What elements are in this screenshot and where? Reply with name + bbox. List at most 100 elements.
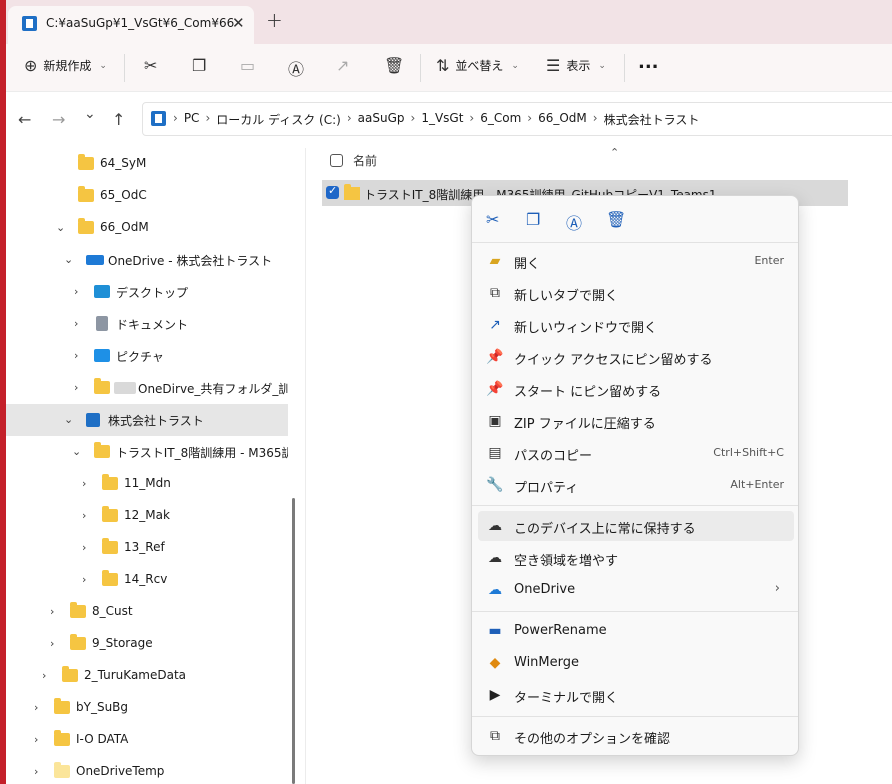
chevron-down-icon[interactable]: ⌄ [72, 445, 81, 458]
chevron-down-icon[interactable]: ⌄ [56, 221, 65, 234]
tree-item[interactable]: ⌄ トラストIT_8階訓練用 - M365訓練用 [6, 436, 288, 468]
paste-icon: ▭ [240, 56, 256, 75]
new-tab-button[interactable]: + [266, 8, 283, 32]
more-options-button[interactable]: ... [638, 52, 659, 73]
chevron-right-icon[interactable]: › [50, 637, 54, 650]
chevron-down-icon[interactable]: ⌄ [64, 253, 73, 266]
explorer-tab[interactable]: C:¥aaSuGp¥1_VsGt¥6_Com¥66 ✕ [8, 6, 254, 44]
close-tab-icon[interactable]: ✕ [232, 14, 245, 32]
menu-item-pin-start[interactable]: 📌 スタート にピン留めする [478, 374, 794, 404]
chevron-right-icon[interactable]: › [82, 477, 86, 490]
chevron-right-icon[interactable]: › [74, 349, 78, 362]
tree-item[interactable]: 64_SyM [6, 148, 288, 180]
tree-item[interactable]: ⌄ 66_OdM [6, 212, 288, 244]
menu-item-copy-path[interactable]: ▤ パスのコピー Ctrl+Shift+C [478, 438, 794, 468]
chevron-right-icon[interactable]: › [34, 733, 38, 746]
delete-button[interactable]: 🗑 [384, 56, 404, 75]
tree-item[interactable]: › I-O DATA [6, 724, 288, 756]
navigation-scrollbar[interactable] [292, 498, 295, 784]
breadcrumb-item[interactable]: ローカル ディスク (C:) [216, 111, 341, 128]
row-checkbox[interactable] [326, 184, 339, 199]
tree-item-label: 8_Cust [92, 604, 133, 618]
tree-item[interactable]: › 8_Cust [6, 596, 288, 628]
menu-item-powerrename[interactable]: ▬ PowerRename [478, 616, 794, 646]
menu-item-onedrive[interactable]: ☁ OneDrive › [478, 575, 794, 605]
breadcrumb-item[interactable]: 株式会社トラスト [604, 111, 700, 128]
tree-item[interactable]: › ドキュメント [6, 308, 288, 340]
menu-item-open-terminal[interactable]: ▶ ターミナルで開く [478, 680, 794, 710]
menu-item-free-up-space[interactable]: ☁ 空き領域を増やす [478, 543, 794, 573]
chevron-right-icon[interactable]: › [82, 541, 86, 554]
rename-button[interactable]: Ⓐ [288, 56, 304, 80]
paste-button[interactable]: ▭ [240, 56, 255, 75]
menu-item-winmerge[interactable]: ◆ WinMerge [478, 648, 794, 678]
tree-item[interactable]: › OneDirve_共有フォルダ_訓練用 [6, 372, 288, 404]
breadcrumb-item[interactable]: PC [184, 111, 200, 128]
tree-item[interactable]: › 14_Rcv [6, 564, 288, 596]
sort-ascending-icon: ⌃ [610, 146, 620, 159]
tree-item[interactable]: › 11_Mdn [6, 468, 288, 500]
folder-icon [102, 506, 118, 522]
column-header-name[interactable]: 名前 ⌃ [330, 146, 619, 169]
menu-item-show-more-options[interactable]: ⧉ その他のオプションを確認 [478, 721, 794, 751]
rename-icon[interactable]: Ⓐ [566, 210, 582, 234]
breadcrumb-item[interactable]: 66_OdM [538, 111, 587, 128]
organization-icon [86, 413, 100, 427]
tree-item[interactable]: › bY_SuBg [6, 692, 288, 724]
menu-item-label: 開く [514, 257, 541, 272]
tree-item[interactable]: › 2_TuruKameData [6, 660, 288, 692]
breadcrumb-item[interactable]: 6_Com [480, 111, 521, 128]
tree-item[interactable]: › 12_Mak [6, 500, 288, 532]
tree-item[interactable]: › 13_Ref [6, 532, 288, 564]
menu-item-label: ターミナルで開く [514, 691, 619, 706]
tree-item[interactable]: ⌄ OneDrive - 株式会社トラスト [6, 244, 288, 276]
breadcrumb-item[interactable]: 1_VsGt [421, 111, 463, 128]
tree-item[interactable]: › 9_Storage [6, 628, 288, 660]
menu-item-open-new-tab[interactable]: ⧉ 新しいタブで開く [478, 278, 794, 308]
tree-item[interactable]: › OneDriveTemp [6, 756, 288, 784]
sort-button[interactable]: ⇅ 並べ替え ⌄ [436, 56, 519, 75]
breadcrumb-item[interactable]: aaSuGp [358, 111, 405, 128]
chevron-right-icon[interactable]: › [74, 285, 78, 298]
up-button[interactable]: ↑ [112, 110, 125, 129]
onedrive-cloud-icon [86, 255, 104, 265]
tree-item-label: トラストIT_8階訓練用 - M365訓練用 [116, 446, 288, 460]
chevron-right-icon[interactable]: › [50, 605, 54, 618]
recent-locations-button[interactable]: ⌄ [84, 106, 96, 122]
view-button[interactable]: ☰ 表示 ⌄ [546, 56, 606, 75]
menu-item-label: WinMerge [514, 655, 579, 670]
copy-path-icon: ▤ [488, 445, 502, 461]
new-button[interactable]: ⊕ 新規作成 ⌄ [24, 56, 107, 75]
chevron-right-icon[interactable]: › [74, 381, 78, 394]
chevron-right-icon[interactable]: › [34, 765, 38, 778]
copy-button[interactable]: ❐ [192, 56, 206, 75]
chevron-right-icon[interactable]: › [82, 509, 86, 522]
copy-icon[interactable]: ❐ [526, 210, 540, 229]
menu-item-open-new-window[interactable]: ↗ 新しいウィンドウで開く [478, 310, 794, 340]
menu-item-open[interactable]: ▰ 開く Enter [478, 246, 794, 276]
chevron-right-icon[interactable]: › [42, 669, 46, 682]
cut-button[interactable]: ✂ [144, 56, 157, 75]
tree-item[interactable]: › デスクトップ [6, 276, 288, 308]
address-bar[interactable]: › PC › ローカル ディスク (C:) › aaSuGp › 1_VsGt … [142, 102, 892, 136]
delete-icon[interactable]: 🗑 [606, 210, 626, 229]
forward-button[interactable]: → [52, 110, 65, 129]
chevron-right-icon[interactable]: › [74, 317, 78, 330]
share-button[interactable]: ↗ [336, 56, 349, 75]
menu-item-always-keep-on-device[interactable]: ☁ このデバイス上に常に保持する [478, 511, 794, 541]
menu-item-properties[interactable]: 🔧 プロパティ Alt+Enter [478, 470, 794, 500]
tree-item[interactable]: › ピクチャ [6, 340, 288, 372]
menu-item-compress-zip[interactable]: ▣ ZIP ファイルに圧縮する [478, 406, 794, 436]
chevron-down-icon[interactable]: ⌄ [64, 413, 73, 426]
chevron-right-icon[interactable]: › [34, 701, 38, 714]
back-button[interactable]: ← [18, 110, 31, 129]
tree-item[interactable]: 65_OdC [6, 180, 288, 212]
location-icon [151, 111, 166, 126]
menu-separator [472, 716, 798, 717]
menu-shortcut: Alt+Enter [730, 478, 784, 491]
select-all-checkbox[interactable] [330, 154, 343, 167]
cut-icon[interactable]: ✂ [486, 210, 499, 229]
menu-item-pin-quick-access[interactable]: 📌 クイック アクセスにピン留めする [478, 342, 794, 372]
chevron-right-icon[interactable]: › [82, 573, 86, 586]
tree-item-selected[interactable]: ⌄ 株式会社トラスト [6, 404, 288, 436]
